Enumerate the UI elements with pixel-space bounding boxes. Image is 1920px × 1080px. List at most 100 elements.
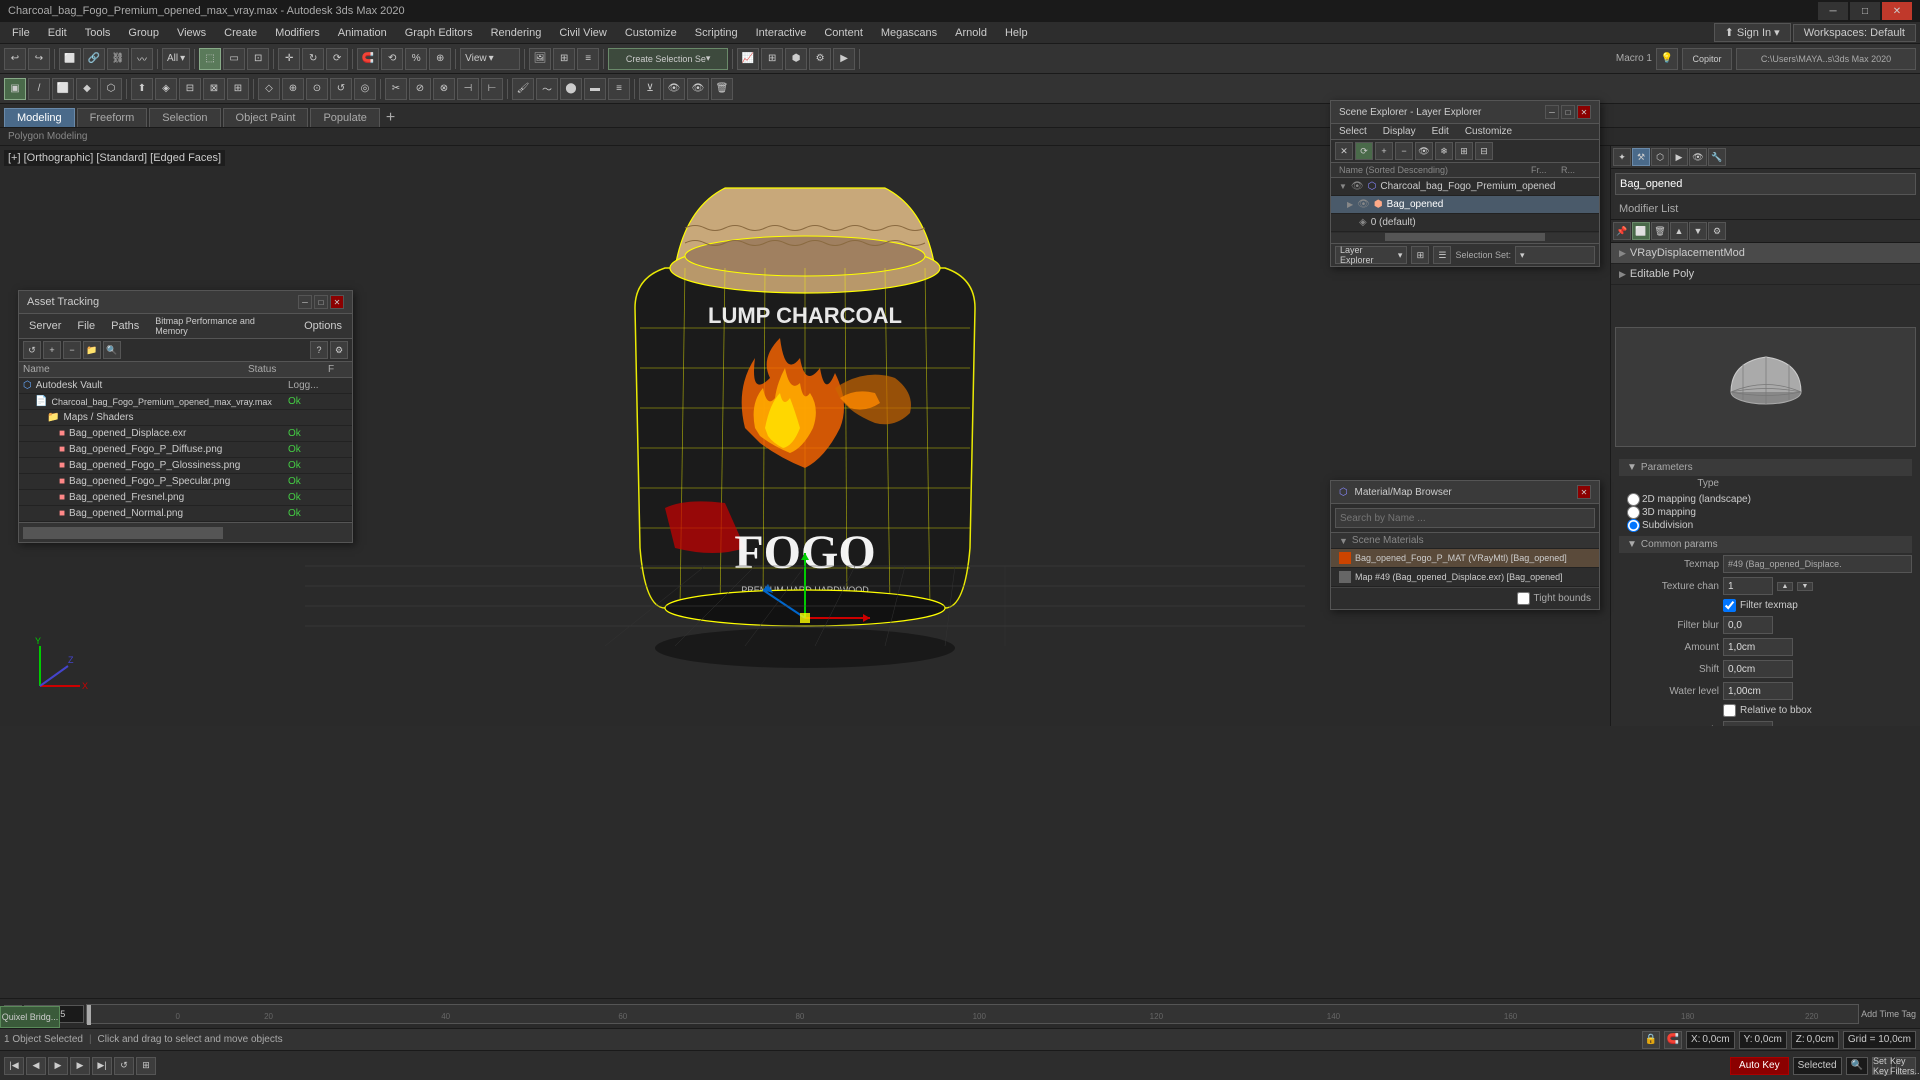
menu-interactive[interactable]: Interactive [748,23,815,43]
tab-add-button[interactable]: + [382,109,399,127]
extrude-button[interactable]: ⬆ [131,78,153,100]
align-button[interactable]: ≡ [577,48,599,70]
status-snap-button[interactable]: 🧲 [1664,1031,1682,1049]
at-remove-button[interactable]: − [63,341,81,359]
radio-subdivision[interactable]: Subdivision [1627,519,1904,532]
play-button[interactable]: ▶ [48,1057,68,1075]
search-box[interactable]: 🔍 [1846,1057,1868,1075]
menu-scripting[interactable]: Scripting [687,23,746,43]
bevel-button[interactable]: ◈ [155,78,177,100]
percent-snap[interactable]: % [405,48,427,70]
show-results-button[interactable]: ⬜ [1632,222,1650,240]
play-options-button[interactable]: ⊞ [136,1057,156,1075]
menu-file[interactable]: File [4,23,38,43]
menu-customize[interactable]: Customize [617,23,685,43]
se-new-layer-button[interactable]: + [1375,142,1393,160]
se-sync-button[interactable]: ⟳ [1355,142,1373,160]
se-tab-select[interactable]: Select [1331,124,1375,139]
delete-button[interactable]: 🗑 [711,78,733,100]
next-frame-button[interactable]: ▶ [70,1057,90,1075]
modifier-vray-displacement[interactable]: ▶ VRayDisplacementMod [1611,243,1920,264]
auto-key-button[interactable]: Auto Key [1730,1057,1789,1075]
render-frame-window-button[interactable]: ▶ [833,48,855,70]
at-row-normal[interactable]: ■ Bag_opened_Normal.png Ok [19,506,352,522]
menu-views[interactable]: Views [169,23,214,43]
link-button[interactable]: 🔗 [83,48,105,70]
loop-play-button[interactable]: ↺ [114,1057,134,1075]
tab-freeform[interactable]: Freeform [77,108,148,127]
at-row-glossiness[interactable]: ■ Bag_opened_Fogo_P_Glossiness.png Ok [19,458,352,474]
texmap-min-input[interactable] [1723,721,1773,726]
at-row-vault[interactable]: ⬡ Autodesk Vault Logg... [19,378,352,394]
se-row-bag-opened[interactable]: ▶ 👁 ⬢ Bag_opened [1331,196,1599,214]
angle-snap[interactable]: ⟲ [381,48,403,70]
copitor-button[interactable]: Copitor [1682,48,1732,70]
modify-icon[interactable]: ⚒ [1632,148,1650,166]
at-row-diffuse[interactable]: ■ Bag_opened_Fogo_P_Diffuse.png Ok [19,442,352,458]
filter-blur-input[interactable] [1723,616,1773,634]
se-scrollbar[interactable] [1331,233,1599,243]
bridge-button[interactable]: ⊠ [203,78,225,100]
texture-chan-down[interactable]: ▼ [1797,582,1813,591]
smooth-button[interactable]: ⬤ [560,78,582,100]
selection-filter-dropdown[interactable]: All ▾ [162,48,190,70]
tab-modeling[interactable]: Modeling [4,108,75,127]
se-hide-all-button[interactable]: 👁 [1415,142,1433,160]
se-visibility-icon[interactable]: 👁 [1351,181,1364,192]
radio-subdivision-input[interactable] [1627,519,1640,532]
se-bag-visibility-icon[interactable]: 👁 [1357,199,1370,210]
mb-close[interactable]: ✕ [1577,485,1591,499]
mb-item-bag-mat[interactable]: Bag_opened_Fogo_P_MAT (VRayMtl) [Bag_ope… [1331,549,1599,568]
collapse-button[interactable]: ⊻ [639,78,661,100]
radio-2d-mapping[interactable]: 2D mapping (landscape) [1627,493,1904,506]
se-delete-layer-button[interactable]: − [1395,142,1413,160]
utilities-icon[interactable]: 🔧 [1708,148,1726,166]
ring-button[interactable]: ◎ [354,78,376,100]
at-close[interactable]: ✕ [330,295,344,309]
curve-editor-button[interactable]: 📈 [737,48,759,70]
at-row-max-file[interactable]: 📄 Charcoal_bag_Fogo_Premium_opened_max_v… [19,394,352,410]
select-region-button[interactable]: ▭ [223,48,245,70]
menu-animation[interactable]: Animation [330,23,395,43]
shift-input[interactable] [1723,660,1793,678]
modifier-editable-poly[interactable]: ▶ Editable Poly [1611,264,1920,285]
menu-modifiers[interactable]: Modifiers [267,23,328,43]
play-start-button[interactable]: |◀ [4,1057,24,1075]
loop-button[interactable]: ↺ [330,78,352,100]
se-scrollbar-thumb[interactable] [1385,233,1546,241]
se-expand-button[interactable]: ⊞ [1455,142,1473,160]
tab-populate[interactable]: Populate [310,108,379,127]
mirror-button[interactable]: ⊞ [553,48,575,70]
menu-rendering[interactable]: Rendering [483,23,550,43]
water-level-input[interactable] [1723,682,1793,700]
se-minimize[interactable]: ─ [1545,105,1559,119]
element-mode-button[interactable]: ⬡ [100,78,122,100]
play-end-button[interactable]: ▶| [92,1057,112,1075]
parameters-header[interactable]: ▼ Parameters [1619,459,1912,476]
relax-button[interactable]: 〜 [536,78,558,100]
relative-bbox-check[interactable]: Relative to bbox [1723,704,1812,717]
cap-button[interactable]: ⊗ [433,78,455,100]
vertex-mode-button[interactable]: ◆ [76,78,98,100]
menu-arnold[interactable]: Arnold [947,23,995,43]
at-menu-server[interactable]: Server [23,316,67,336]
motion-icon[interactable]: ▶ [1670,148,1688,166]
at-menu-file[interactable]: File [71,316,101,336]
at-row-displace[interactable]: ■ Bag_opened_Displace.exr Ok [19,426,352,442]
se-tab-customize[interactable]: Customize [1457,124,1520,139]
radio-2d-input[interactable] [1627,493,1640,506]
rotate-button[interactable]: ↻ [302,48,324,70]
quickslice-button[interactable]: ⊘ [409,78,431,100]
select-all-button[interactable]: ⬜ [59,48,81,70]
edge-mode-button[interactable]: / [28,78,50,100]
scene-materials-section[interactable]: ▼ Scene Materials [1331,533,1599,549]
at-locate-button[interactable]: 🔍 [103,341,121,359]
polygon-mode-button[interactable]: ▣ [4,78,26,100]
mb-item-displacement-map[interactable]: Map #49 (Bag_opened_Displace.exr) [Bag_o… [1331,568,1599,587]
se-footer-icon2[interactable]: ☰ [1433,246,1451,264]
flatten-button[interactable]: ▬ [584,78,606,100]
hide-button[interactable]: 👁 [663,78,685,100]
scale-button[interactable]: ⟳ [326,48,348,70]
tab-object-paint[interactable]: Object Paint [223,108,309,127]
tight-bounds-mb-checkbox[interactable] [1517,592,1530,605]
